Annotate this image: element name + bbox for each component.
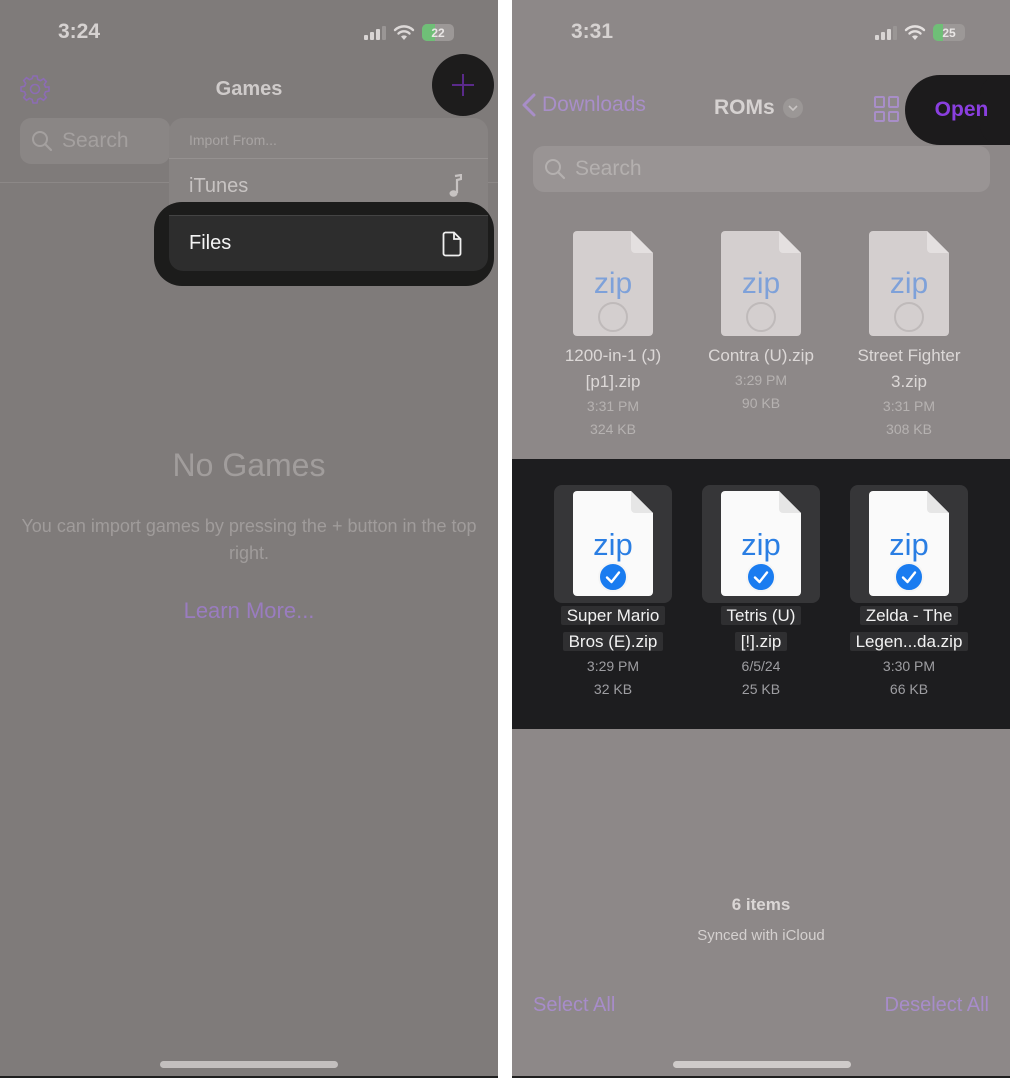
learn-more-link[interactable]: Learn More... (0, 598, 498, 624)
zip-file-icon: zip (554, 225, 672, 343)
home-indicator[interactable] (160, 1061, 338, 1068)
file-time: 3:31 PM (586, 398, 640, 414)
file-name: Contra (U).zip (708, 346, 814, 365)
file-name: Street Fighter 3.zip (857, 346, 961, 391)
open-button[interactable]: Open (905, 75, 1010, 145)
search-placeholder: Search (575, 157, 642, 180)
wifi-icon (393, 24, 415, 40)
page-title: Games (215, 78, 283, 100)
file-item[interactable]: zip Street Fighter 3.zip 3:31 PM 308 KB (835, 225, 983, 441)
screen-divider (498, 0, 512, 1078)
zip-file-icon: zip (702, 485, 820, 603)
left-screen-games: 3:24 22 Games Search Import From... iTun… (0, 0, 498, 1078)
right-screen-file-picker: 3:31 25 Downloads ROMs Open Search zip 1… (512, 0, 1010, 1078)
search-field[interactable]: Search (20, 118, 170, 164)
file-item[interactable]: zip Contra (U).zip 3:29 PM 90 KB (687, 225, 835, 415)
search-field[interactable]: Search (533, 146, 990, 192)
status-icons: 25 (875, 24, 965, 41)
file-item-selected[interactable]: zip Tetris (U) [!].zip 6/5/24 25 KB (687, 485, 835, 701)
file-time: 3:30 PM (882, 658, 936, 674)
menu-item-label: iTunes (189, 175, 249, 197)
wifi-icon (904, 24, 926, 40)
zip-file-icon: zip (850, 485, 968, 603)
battery-icon: 22 (422, 24, 454, 41)
file-size: 25 KB (741, 681, 781, 697)
selection-circle[interactable] (894, 302, 924, 332)
chevron-left-icon (522, 93, 536, 117)
music-note-icon (449, 174, 462, 197)
menu-item-label: Files (189, 232, 232, 254)
search-icon (545, 159, 566, 180)
cellular-signal-icon (364, 25, 386, 40)
checkmark-icon[interactable] (894, 562, 924, 592)
file-time: 6/5/24 (741, 658, 781, 674)
file-name: Zelda - The Legen...da.zip (835, 603, 983, 655)
cellular-signal-icon (875, 25, 897, 40)
sync-status: Synced with iCloud (697, 927, 825, 944)
file-name: 1200-in-1 (J) [p1].zip (564, 346, 662, 391)
selection-circle[interactable] (746, 302, 776, 332)
zip-file-icon: zip (850, 225, 968, 343)
file-time: 3:29 PM (734, 372, 788, 388)
file-name: Tetris (U) [!].zip (687, 603, 835, 655)
document-icon (442, 231, 462, 257)
search-placeholder: Search (62, 129, 129, 152)
file-size: 324 KB (590, 421, 636, 437)
file-item-selected[interactable]: zip Super Mario Bros (E).zip 3:29 PM 32 K… (539, 485, 687, 701)
select-all-button[interactable]: Select All (533, 994, 615, 1017)
checkmark-icon[interactable] (598, 562, 628, 592)
menu-item-files[interactable]: Files (169, 215, 488, 271)
file-size: 32 KB (593, 681, 633, 697)
empty-state-description: You can import games by pressing the + b… (21, 516, 477, 563)
search-icon (32, 131, 53, 152)
status-icons: 22 (364, 24, 454, 41)
file-size: 66 KB (889, 681, 929, 697)
checkmark-icon[interactable] (746, 562, 776, 592)
items-count: 6 items (731, 895, 791, 914)
selection-circle[interactable] (598, 302, 628, 332)
add-game-button[interactable] (432, 54, 494, 116)
grid-view-icon[interactable] (874, 96, 900, 122)
zip-file-icon: zip (554, 485, 672, 603)
empty-state-title: No Games (172, 447, 326, 483)
file-item-selected[interactable]: zip Zelda - The Legen...da.zip 3:30 PM 66… (835, 485, 983, 701)
deselect-all-button[interactable]: Deselect All (885, 994, 990, 1017)
file-time: 3:31 PM (882, 398, 936, 414)
chevron-down-icon (782, 98, 803, 118)
file-name: Super Mario Bros (E).zip (539, 603, 687, 655)
folder-title: ROMs (714, 96, 775, 119)
file-item[interactable]: zip 1200-in-1 (J) [p1].zip 3:31 PM 324 KB (539, 225, 687, 441)
zip-file-icon: zip (702, 225, 820, 343)
home-indicator[interactable] (673, 1061, 851, 1068)
battery-icon: 25 (933, 24, 965, 41)
file-size: 308 KB (886, 421, 932, 437)
folder-title-menu[interactable]: ROMs (714, 96, 803, 120)
back-label: Downloads (542, 93, 646, 116)
menu-header: Import From... (189, 132, 277, 148)
file-time: 3:29 PM (586, 658, 640, 674)
status-time: 3:24 (58, 20, 101, 43)
file-size: 90 KB (741, 395, 781, 411)
back-button[interactable]: Downloads (522, 93, 646, 117)
status-time: 3:31 (571, 20, 614, 43)
